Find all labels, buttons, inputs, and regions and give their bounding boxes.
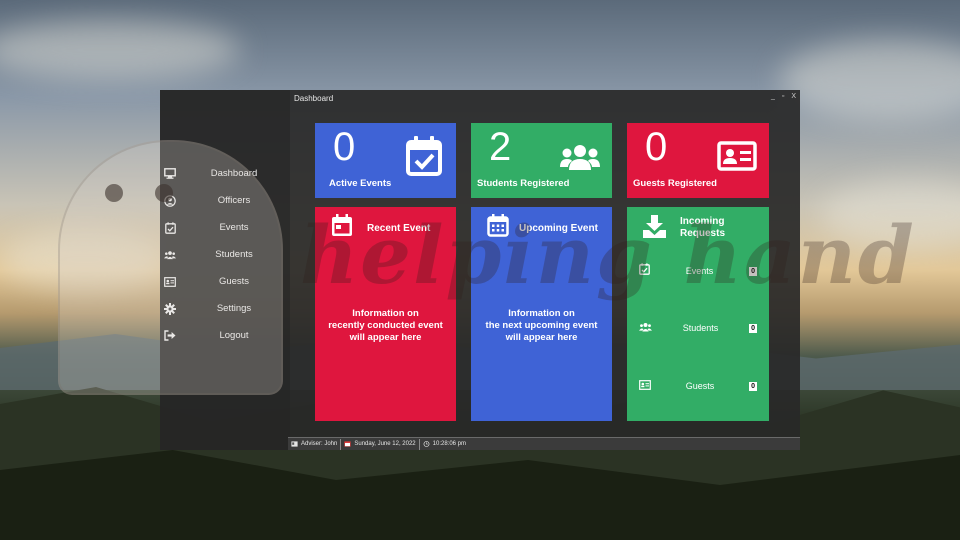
id-card-icon [639, 377, 651, 395]
message-line: the next upcoming event [485, 320, 598, 331]
status-bar: Adviser: John Sunday, June 12, 2022 10:2… [288, 437, 800, 450]
window-controls: _ ▫ X [771, 93, 796, 100]
id-card-icon [717, 141, 757, 176]
guests-registered-tile[interactable]: 0 Guests Registered [627, 123, 769, 198]
mascot-ghost-watermark [58, 140, 283, 395]
request-row-students[interactable]: Students 0 [639, 320, 757, 336]
students-registered-count: 2 [489, 125, 512, 169]
status-date: Sunday, June 12, 2022 [341, 438, 420, 450]
active-events-count: 0 [333, 125, 356, 169]
request-label: Guests [685, 381, 715, 391]
recent-event-message: Information on recently conducted event … [315, 308, 456, 344]
adviser-text: Adviser: John [301, 441, 338, 447]
request-count-badge: 0 [749, 323, 757, 333]
request-row-guests[interactable]: Guests 0 [639, 378, 757, 394]
clock-icon [423, 441, 430, 447]
date-text: Sunday, June 12, 2022 [354, 441, 416, 447]
request-count-badge: 0 [749, 381, 757, 391]
guests-registered-count: 0 [645, 125, 668, 169]
message-line: recently conducted event [328, 320, 443, 331]
active-events-label: Active Events [329, 178, 392, 189]
calendar-check-icon [406, 136, 442, 181]
users-icon [639, 319, 652, 337]
calendar-icon [344, 441, 351, 447]
guests-registered-label: Guests Registered [633, 178, 717, 189]
request-label: Students [682, 323, 719, 333]
message-line: Information on [508, 308, 575, 319]
id-card-icon [291, 441, 298, 447]
maximize-button[interactable]: ▫ [782, 93, 784, 100]
students-registered-label: Students Registered [477, 178, 570, 189]
status-time: 10:28:06 pm [420, 439, 469, 450]
window-title: Dashboard [294, 94, 334, 103]
time-text: 10:28:06 pm [432, 441, 466, 447]
active-events-tile[interactable]: 0 Active Events [315, 123, 456, 198]
upcoming-event-message: Information on the next upcoming event w… [471, 308, 612, 344]
message-line: will appear here [505, 332, 578, 343]
message-line: Information on [352, 308, 419, 319]
message-line: will appear here [349, 332, 422, 343]
students-registered-tile[interactable]: 2 Students Registered [471, 123, 612, 198]
users-icon [560, 143, 600, 176]
minimize-button[interactable]: _ [771, 93, 775, 100]
watermark-text: helping hand [300, 208, 916, 302]
status-adviser: Adviser: John [288, 438, 342, 450]
close-button[interactable]: X [791, 93, 796, 100]
